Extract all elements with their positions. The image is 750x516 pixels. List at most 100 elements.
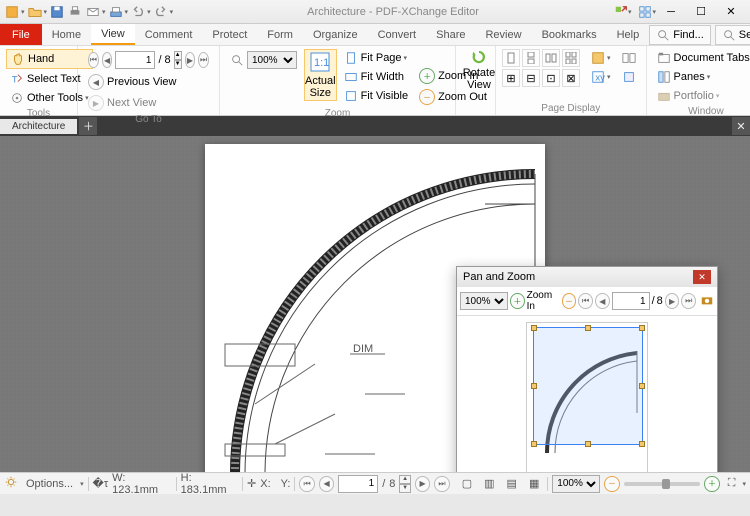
tab-view[interactable]: View xyxy=(91,24,135,45)
sb-layout-a[interactable]: ▢ xyxy=(458,476,476,491)
panes-button[interactable]: Panes▾ xyxy=(653,68,750,86)
panzoom-body[interactable] xyxy=(457,316,717,472)
panzoom-zoomout-button[interactable]: － xyxy=(562,293,577,309)
scan-icon[interactable] xyxy=(108,4,124,20)
sb-zoomout-button[interactable]: － xyxy=(604,476,619,492)
page-spinner[interactable]: ▲▼ xyxy=(174,51,182,69)
chevron-down-icon[interactable]: ▾ xyxy=(102,8,106,16)
thumb-c-button[interactable] xyxy=(618,49,640,67)
chevron-down-icon[interactable]: ▾ xyxy=(628,8,632,16)
thumb-a-button[interactable]: ▾ xyxy=(587,49,615,67)
layout-b-icon[interactable]: ⊟ xyxy=(522,69,540,87)
panzoom-close-button[interactable]: ✕ xyxy=(693,270,711,284)
fit-page-button[interactable]: Fit Page▾ xyxy=(340,49,412,67)
tab-protect[interactable]: Protect xyxy=(202,24,257,45)
add-tab-button[interactable]: ＋ xyxy=(79,117,97,135)
sb-next-button[interactable]: ▶ xyxy=(415,476,430,492)
portfolio-button[interactable]: Portfolio▾ xyxy=(653,87,750,105)
email-icon[interactable] xyxy=(85,4,101,20)
maximize-button[interactable]: ☐ xyxy=(686,2,716,22)
minimize-button[interactable]: ─ xyxy=(656,2,686,22)
actual-size-button[interactable]: 1:1 Actual Size xyxy=(304,49,337,101)
sb-last-button[interactable]: ⏭ xyxy=(434,476,449,492)
tab-bookmarks[interactable]: Bookmarks xyxy=(532,24,607,45)
fit-visible-button[interactable]: Fit Visible xyxy=(340,87,412,105)
chevron-down-icon[interactable]: ▾ xyxy=(44,8,48,16)
two-continuous-icon[interactable] xyxy=(562,49,580,67)
tab-share[interactable]: Share xyxy=(426,24,475,45)
fit-width-button[interactable]: Fit Width xyxy=(340,68,412,86)
next-view-button[interactable]: ▶Next View xyxy=(84,93,213,113)
panzoom-page-input[interactable] xyxy=(612,292,650,310)
magnifier-icon xyxy=(230,53,244,67)
sb-prev-button[interactable]: ◀ xyxy=(319,476,334,492)
tab-organize[interactable]: Organize xyxy=(303,24,368,45)
ui-toggle-icon[interactable] xyxy=(637,4,653,20)
workspace[interactable]: BEDROOMS DIM Pan and Zoom ✕ 100% ＋ Zoom … xyxy=(0,136,750,472)
tab-convert[interactable]: Convert xyxy=(368,24,427,45)
sb-zoom-select[interactable]: 100% xyxy=(552,475,600,493)
gear-icon[interactable] xyxy=(4,475,18,492)
thumb-b-button[interactable]: xy▾ xyxy=(587,68,615,86)
panzoom-last-button[interactable]: ⏭ xyxy=(681,293,696,309)
last-page-button[interactable]: ⏭ xyxy=(198,52,209,68)
layout-c-icon[interactable]: ⊡ xyxy=(542,69,560,87)
panzoom-prev-button[interactable]: ◀ xyxy=(595,293,610,309)
panzoom-selection[interactable] xyxy=(533,327,643,445)
pan-and-zoom-panel[interactable]: Pan and Zoom ✕ 100% ＋ Zoom In － ⏮ ◀ / 8 … xyxy=(456,266,718,472)
open-icon[interactable] xyxy=(27,4,43,20)
find-button[interactable]: Find... xyxy=(649,25,711,45)
thumb-d-button[interactable] xyxy=(618,68,640,86)
sb-layout-b[interactable]: ▥ xyxy=(480,476,498,491)
options-button[interactable]: Options... xyxy=(22,477,77,491)
undo-icon[interactable] xyxy=(130,4,146,20)
print-icon[interactable] xyxy=(67,4,83,20)
search-button[interactable]: Search... xyxy=(715,25,750,45)
panzoom-first-button[interactable]: ⏮ xyxy=(578,293,593,309)
continuous-icon[interactable] xyxy=(522,49,540,67)
launch-icon[interactable] xyxy=(613,4,629,20)
sb-first-button[interactable]: ⏮ xyxy=(299,476,314,492)
layout-d-icon[interactable]: ⊠ xyxy=(562,69,580,87)
sb-zoomin-button[interactable]: ＋ xyxy=(704,476,719,492)
tab-review[interactable]: Review xyxy=(475,24,531,45)
first-page-button[interactable]: ⏮ xyxy=(88,52,99,68)
panzoom-zoomin-button[interactable]: ＋ xyxy=(510,293,525,309)
group-label-zoom: Zoom xyxy=(226,107,449,120)
sb-zoom-slider[interactable] xyxy=(624,482,701,486)
menubar: File Home View Comment Protect Form Orga… xyxy=(0,24,750,46)
single-page-icon[interactable] xyxy=(502,49,520,67)
panzoom-next-button[interactable]: ▶ xyxy=(665,293,680,309)
camera-icon[interactable] xyxy=(700,293,714,310)
close-tab-button[interactable]: ✕ xyxy=(732,117,750,135)
sb-page-spinner[interactable]: ▲▼ xyxy=(399,475,411,493)
app-menu-icon[interactable] xyxy=(4,4,20,20)
chevron-down-icon[interactable]: ▾ xyxy=(21,8,25,16)
tab-home[interactable]: Home xyxy=(42,24,91,45)
prev-page-button[interactable]: ◀ xyxy=(102,52,113,68)
layout-a-icon[interactable]: ⊞ xyxy=(502,69,520,87)
doc-tab-active[interactable]: Architecture xyxy=(0,119,77,134)
document-tabs-button[interactable]: Document Tabs▾ xyxy=(653,49,750,67)
tab-form[interactable]: Form xyxy=(257,24,303,45)
tab-comment[interactable]: Comment xyxy=(135,24,203,45)
sb-layout-d[interactable]: ▦ xyxy=(525,476,543,491)
close-button[interactable]: ✕ xyxy=(716,2,746,22)
chevron-down-icon[interactable]: ▾ xyxy=(147,8,151,16)
next-page-button[interactable]: ▶ xyxy=(185,52,196,68)
save-icon[interactable] xyxy=(49,4,65,20)
tab-help[interactable]: Help xyxy=(607,24,650,45)
sb-fit-button[interactable]: ⛶ xyxy=(724,476,740,491)
sb-layout-c[interactable]: ▤ xyxy=(503,476,521,491)
panzoom-zoom-select[interactable]: 100% xyxy=(460,292,508,310)
panzoom-titlebar[interactable]: Pan and Zoom ✕ xyxy=(457,267,717,287)
chevron-down-icon[interactable]: ▾ xyxy=(125,8,129,16)
file-tab[interactable]: File xyxy=(0,24,42,45)
zoom-select[interactable]: 100% xyxy=(247,51,297,69)
two-pages-icon[interactable] xyxy=(542,49,560,67)
previous-view-button[interactable]: ◀Previous View xyxy=(84,72,213,92)
rotate-view-button[interactable]: Rotate View▾ xyxy=(458,49,500,101)
page-input[interactable] xyxy=(115,51,155,69)
redo-icon[interactable] xyxy=(153,4,169,20)
sb-page-input[interactable] xyxy=(338,475,378,493)
